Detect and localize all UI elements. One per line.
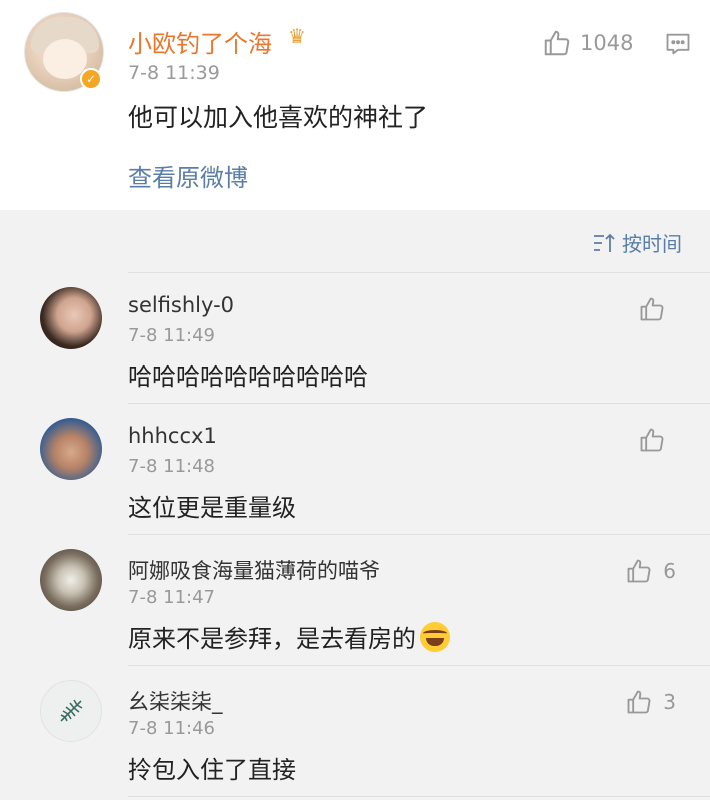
verified-badge-icon: ✓ [80,68,102,90]
crown-icon: ♛ [288,24,306,48]
list-item: 阿娜吸食海量猫薄荷的喵爷 7-8 11:47 原来不是参拜，是去看房的 6 [0,535,710,665]
divider [128,796,710,797]
avatar[interactable] [40,680,102,742]
comment-text: 这位更是重量级 [128,494,296,522]
sort-bar: 按时间 [0,210,710,272]
thumbs-up-icon [625,688,653,716]
laughing-tears-emoji [420,622,450,652]
list-item: hhhccx1 7-8 11:48 这位更是重量级 [0,404,710,534]
username[interactable]: hhhccx1 [128,424,217,448]
like-count: 1048 [580,31,634,55]
timestamp: 7-8 11:48 [128,456,215,477]
comment-icon [664,30,692,58]
like-button[interactable] [638,426,676,454]
thumbs-up-icon [638,295,666,323]
like-count: 6 [663,559,676,583]
username[interactable]: 幺柒柒柒_ [128,686,223,716]
timestamp: 7-8 11:49 [128,325,215,346]
thumbs-up-icon [625,557,653,585]
sort-icon [592,232,616,254]
username[interactable]: selfishly-0 [128,293,234,317]
reply-button[interactable] [664,30,692,58]
username[interactable]: 阿娜吸食海量猫薄荷的喵爷 [128,555,380,585]
timestamp: 7-8 11:46 [128,718,215,739]
sort-by-time-button[interactable]: 按时间 [592,228,682,257]
view-original-link[interactable]: 查看原微博 [128,158,248,193]
list-item: 幺柒柒柒_ 7-8 11:46 拎包入住了直接 3 [0,666,710,796]
comment-text: 他可以加入他喜欢的神社了 [128,103,429,132]
thumbs-up-icon [542,28,572,58]
like-button[interactable]: 3 [625,688,676,716]
timestamp: 7-8 11:39 [128,62,220,84]
username[interactable]: 小欧钓了个海 [128,24,272,59]
comment-text-content: 原来不是参拜，是去看房的 [128,625,416,653]
avatar[interactable] [40,418,102,480]
like-button[interactable]: 1048 [542,28,633,58]
sort-label: 按时间 [622,232,682,256]
like-button[interactable] [638,295,676,323]
thumbs-up-icon [638,426,666,454]
timestamp: 7-8 11:47 [128,587,215,608]
comment-text: 拎包入住了直接 [128,756,296,784]
avatar[interactable] [40,549,102,611]
comment-text: 哈哈哈哈哈哈哈哈哈哈 [128,363,368,391]
comment-text: 原来不是参拜，是去看房的 [128,619,450,655]
list-item: selfishly-0 7-8 11:49 哈哈哈哈哈哈哈哈哈哈 [0,273,710,403]
like-count: 3 [663,690,676,714]
original-comment-card: ✓ 小欧钓了个海 ♛ 7-8 11:39 他可以加入他喜欢的神社了 查看原微博 … [0,0,710,210]
avatar[interactable] [40,287,102,349]
pine-branch-icon [60,699,83,722]
like-button[interactable]: 6 [625,557,676,585]
